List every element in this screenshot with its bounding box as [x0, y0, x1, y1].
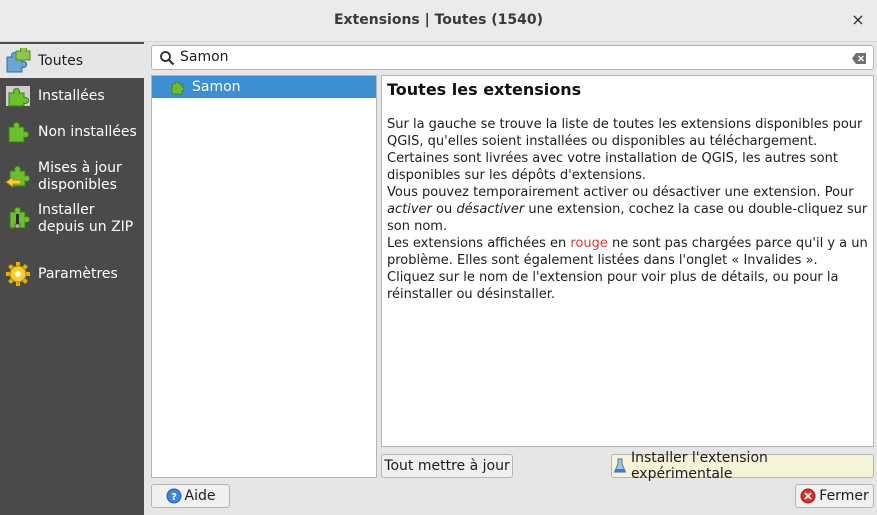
- list-item[interactable]: Samon: [152, 76, 376, 98]
- description-paragraph: Les extensions affichées en rouge ne son…: [387, 236, 868, 302]
- search-icon: [159, 50, 175, 66]
- description-paragraph: Sur la gauche se trouve la liste de tout…: [387, 117, 863, 183]
- install-experimental-button[interactable]: Installer l'extension expérimentale: [611, 450, 874, 482]
- puzzle-zip-icon: [4, 206, 32, 232]
- search-input[interactable]: Samon: [151, 45, 874, 70]
- puzzle-not-installed-icon: [4, 119, 32, 145]
- search-value: Samon: [180, 49, 229, 65]
- description-panel: Toutes les extensions Sur la gauche se t…: [381, 75, 874, 447]
- puzzle-upgrade-icon: [4, 164, 32, 190]
- help-icon: ?: [166, 488, 182, 504]
- sidebar-item-label: Paramètres: [38, 265, 118, 282]
- sidebar-item-mises-a-jour[interactable]: Mises à jour disponibles: [4, 158, 144, 196]
- button-label: Installer l'extension expérimentale: [630, 450, 768, 482]
- upgrade-all-button[interactable]: Tout mettre à jour: [381, 454, 513, 478]
- sidebar-item-toutes[interactable]: Toutes: [0, 44, 144, 78]
- title-bar: Extensions | Toutes (1540) ×: [0, 0, 877, 42]
- clear-search-icon[interactable]: [852, 52, 866, 64]
- puzzle-icon: [170, 78, 188, 96]
- svg-text:?: ?: [171, 492, 177, 503]
- sidebar-item-parametres[interactable]: Paramètres: [4, 260, 144, 288]
- window-title: Extensions | Toutes (1540): [333, 12, 544, 28]
- plugin-list[interactable]: Samon: [151, 75, 377, 478]
- plugin-name: Samon: [192, 79, 241, 95]
- red-highlight: rouge: [570, 236, 608, 251]
- sidebar-item-label: Non installées: [38, 123, 137, 140]
- description-title: Toutes les extensions: [387, 80, 582, 99]
- puzzle-installed-icon: [4, 83, 32, 109]
- flask-icon: [612, 458, 628, 474]
- sidebar: Toutes Installées Non installées Mises à…: [0, 42, 144, 515]
- splitter-handle[interactable]: [144, 42, 150, 515]
- sidebar-item-zip[interactable]: Installer depuis un ZIP: [4, 200, 144, 238]
- help-button[interactable]: ? Aide: [151, 484, 230, 508]
- close-circle-icon: [800, 488, 816, 504]
- puzzle-all-icon: [4, 48, 32, 74]
- sidebar-item-label: Installées: [38, 87, 105, 104]
- sidebar-item-label: Installer depuis un ZIP: [38, 202, 134, 235]
- sidebar-item-installees[interactable]: Installées: [4, 82, 144, 110]
- settings-gear-icon: [4, 261, 32, 287]
- close-icon[interactable]: ×: [849, 11, 867, 29]
- description-paragraph: Vous pouvez temporairement activer ou dé…: [387, 185, 868, 234]
- button-label: Fermer: [819, 488, 869, 504]
- sidebar-item-non-installees[interactable]: Non installées: [4, 118, 144, 146]
- close-button[interactable]: Fermer: [795, 484, 874, 508]
- sidebar-item-label: Toutes: [38, 52, 84, 69]
- sidebar-item-label: Mises à jour disponibles: [38, 160, 122, 193]
- button-label: Tout mettre à jour: [384, 458, 510, 474]
- button-label: Aide: [184, 488, 216, 504]
